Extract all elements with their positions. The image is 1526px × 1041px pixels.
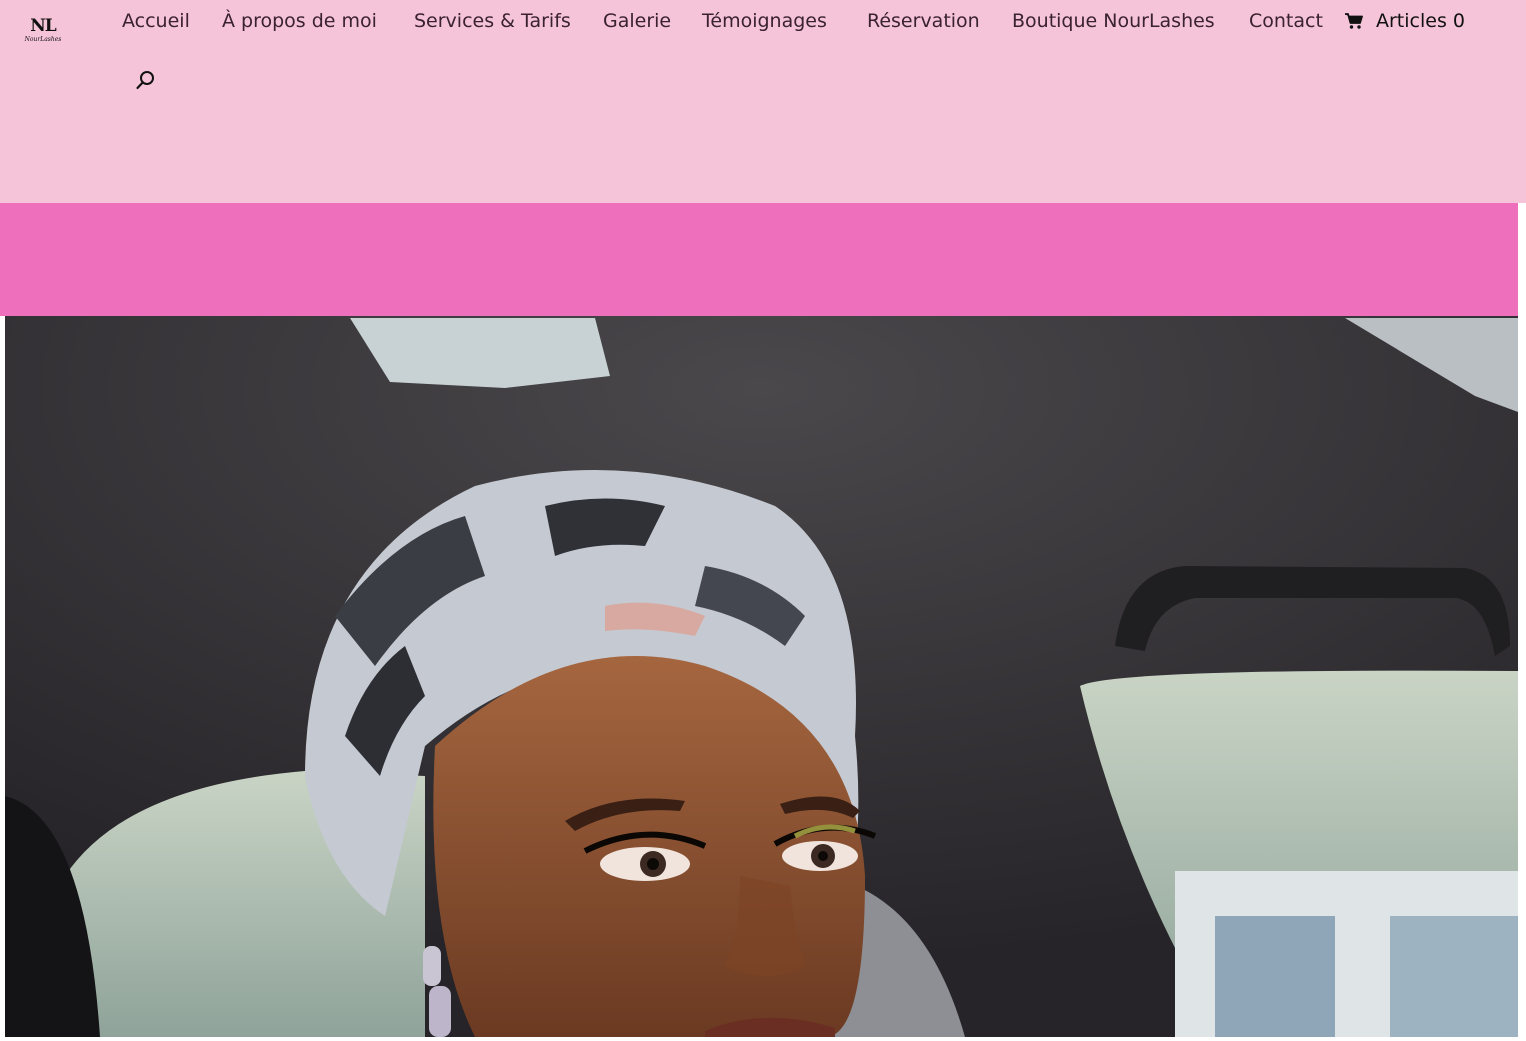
nav-item-contact[interactable]: Contact (1249, 9, 1323, 33)
site-header: NL NourLashes Accueil À propos de moi Se… (0, 0, 1526, 203)
page-margin-left (0, 316, 5, 1041)
nav-item-galerie[interactable]: Galerie (603, 9, 671, 33)
page-margin-right (1518, 203, 1526, 1041)
pink-banner (0, 203, 1526, 316)
cart-count-label: Articles 0 (1376, 10, 1465, 32)
cart-icon (1344, 12, 1364, 30)
nav-item-a-propos[interactable]: À propos de moi (222, 9, 377, 33)
search-icon[interactable] (134, 68, 158, 92)
cart-link[interactable]: Articles 0 (1344, 9, 1465, 33)
nav-item-services-tarifs[interactable]: Services & Tarifs (414, 9, 571, 33)
hero-photo (5, 316, 1518, 1037)
nav-item-temoignages[interactable]: Témoignages (702, 9, 827, 33)
nav-item-accueil[interactable]: Accueil (122, 9, 190, 33)
nav-item-reservation[interactable]: Réservation (867, 9, 980, 33)
nav-item-boutique[interactable]: Boutique NourLashes (1012, 9, 1215, 33)
main-navigation: Accueil À propos de moi Services & Tarif… (0, 0, 1526, 44)
